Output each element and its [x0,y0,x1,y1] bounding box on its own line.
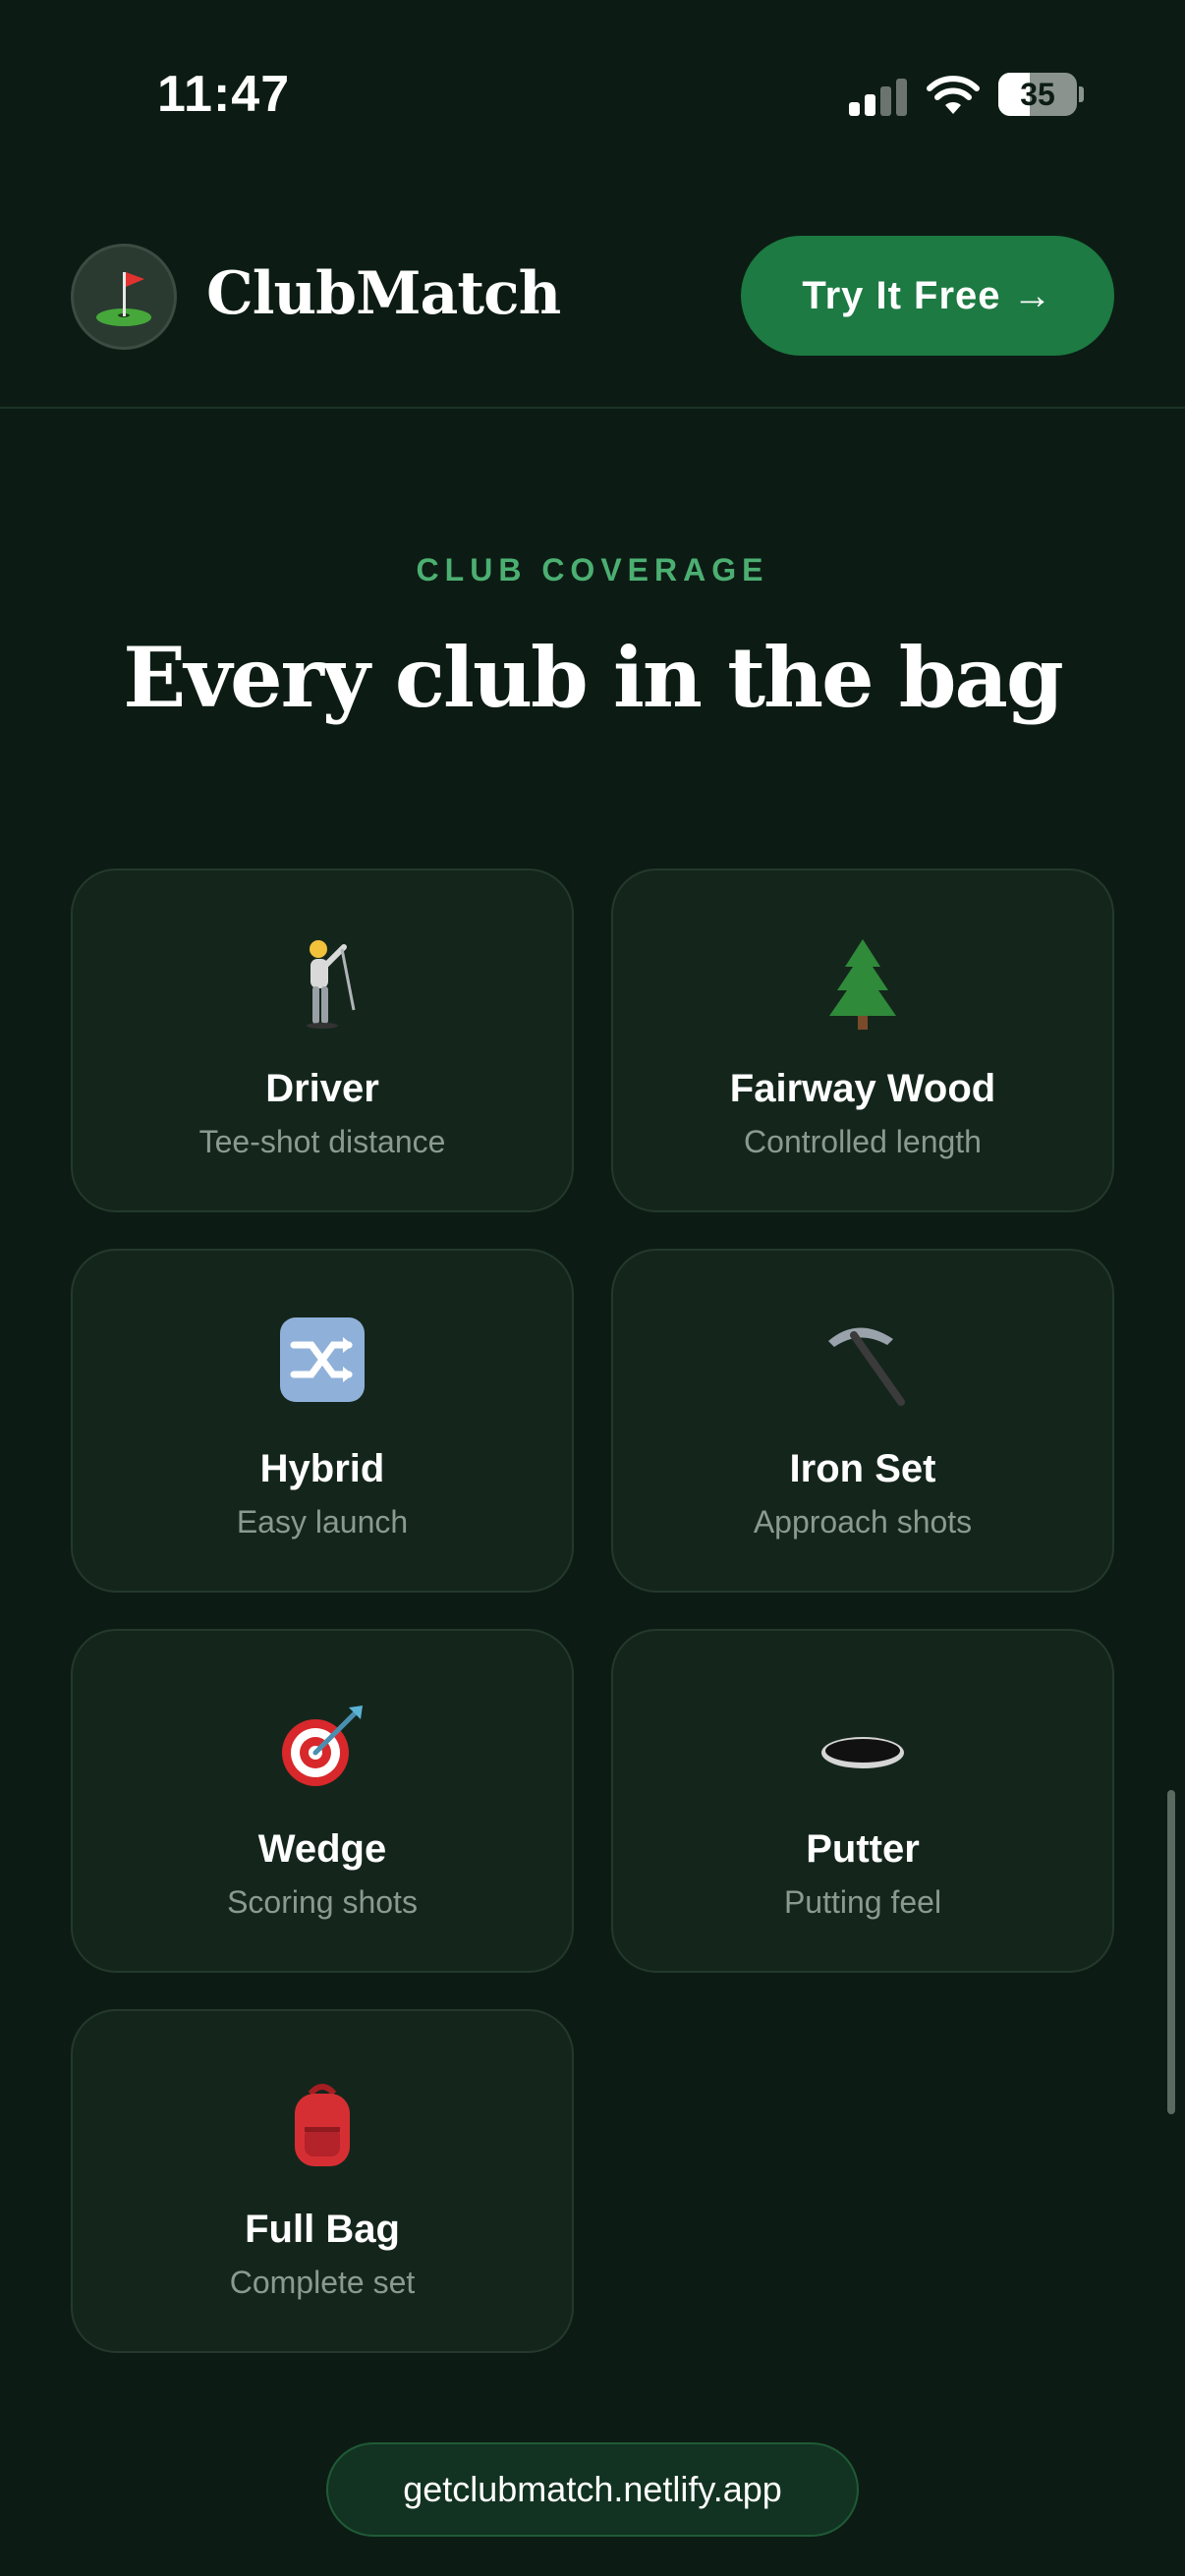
pickaxe-icon [613,1316,1112,1414]
battery-level: 35 [1020,77,1055,112]
club-card-subtitle: Scoring shots [227,1884,418,1920]
logo-badge[interactable] [71,244,177,350]
club-card-subtitle: Controlled length [744,1124,982,1159]
bullseye-icon [73,1696,572,1794]
shuffle-icon [73,1316,572,1414]
section-eyebrow: CLUB COVERAGE [416,552,769,588]
backpack-icon [73,2076,572,2174]
club-card-subtitle: Approach shots [753,1504,973,1540]
status-time: 11:47 [157,66,291,123]
club-card-driver[interactable]: Driver Tee-shot distance [71,868,574,1212]
wifi-icon [927,76,980,114]
signal-icon [849,79,908,116]
club-card-subtitle: Easy launch [236,1504,409,1540]
club-card-subtitle: Putting feel [783,1884,942,1920]
brand-name[interactable]: ClubMatch [206,259,561,328]
golfer-icon [73,935,572,1034]
club-card-wedge[interactable]: Wedge Scoring shots [71,1629,574,1973]
club-card-title: Fairway Wood [729,1067,996,1110]
club-card-title: Hybrid [259,1447,385,1490]
site-header: ClubMatch Try It Free → [0,187,1185,409]
battery-cap [1079,86,1084,102]
golf-flag-icon [96,272,151,326]
scrollbar[interactable] [1167,1790,1175,2114]
club-card-title: Driver [265,1067,379,1110]
try-free-button[interactable]: Try It Free → [741,236,1114,356]
club-card-iron-set[interactable]: Iron Set Approach shots [611,1249,1114,1593]
club-card-title: Iron Set [789,1447,936,1490]
club-card-hybrid[interactable]: Hybrid Easy launch [71,1249,574,1593]
status-bar: 11:47 35 [0,0,1185,187]
club-card-title: Full Bag [245,2208,400,2251]
battery-icon: 35 [998,73,1077,116]
club-card-fairway-wood[interactable]: Fairway Wood Controlled length [611,868,1114,1212]
club-card-subtitle: Tee-shot distance [198,1124,446,1159]
club-card-title: Putter [806,1827,920,1871]
club-card-putter[interactable]: Putter Putting feel [611,1629,1114,1973]
site-url-pill[interactable]: getclubmatch.netlify.app [326,2442,859,2537]
evergreen-tree-icon [613,935,1112,1034]
section-title: Every club in the bag [123,629,1063,726]
club-card-title: Wedge [257,1827,387,1871]
hole-icon [613,1696,1112,1794]
page: 11:47 35 ClubMatch Try It Free → CLUB CO… [0,0,1185,2576]
club-card-full-bag[interactable]: Full Bag Complete set [71,2009,574,2353]
club-card-subtitle: Complete set [229,2265,416,2300]
